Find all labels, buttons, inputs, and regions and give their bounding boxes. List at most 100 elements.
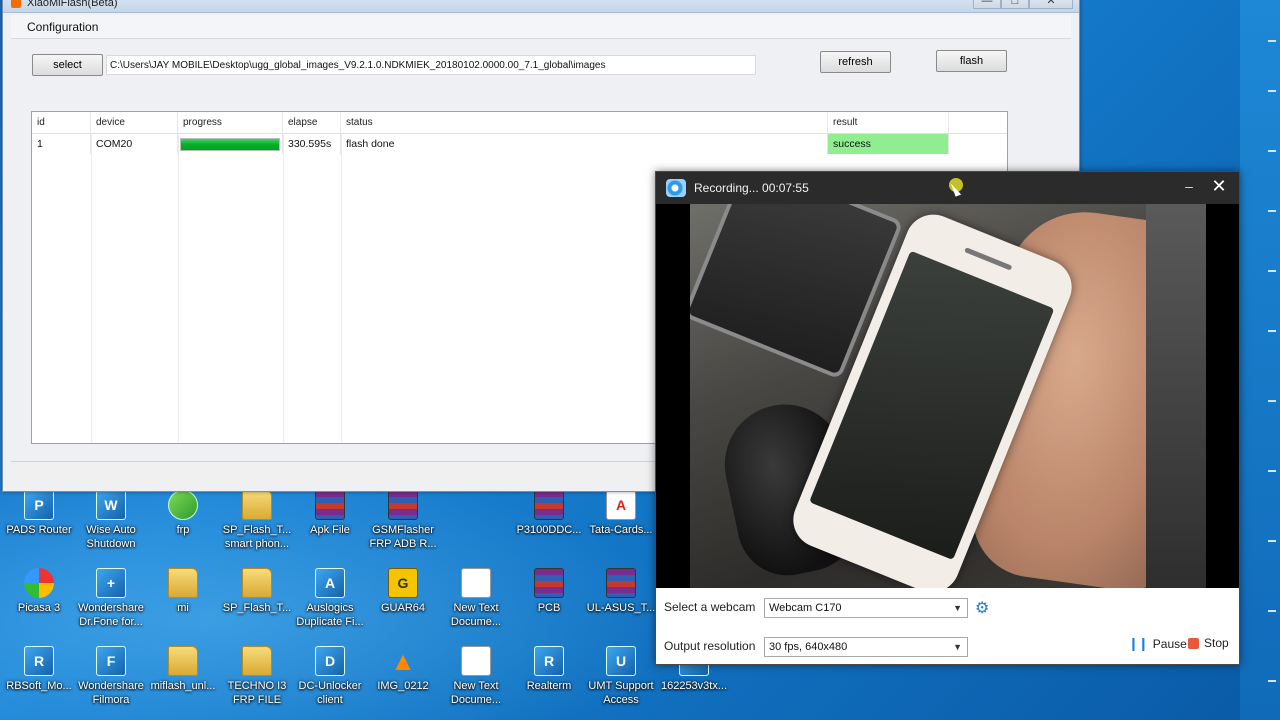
desktop-icon[interactable]: A Tata-Cards... <box>582 490 660 564</box>
col-header-id[interactable]: id <box>32 112 91 133</box>
app-icon: + <box>96 568 126 598</box>
desktop-icon-label: Picasa 3 <box>17 602 61 614</box>
desktop-icon[interactable]: P3100DDC... <box>510 490 588 564</box>
doc-icon <box>461 568 491 598</box>
maximize-icon[interactable]: □ <box>1001 0 1029 9</box>
cell-progress <box>178 134 283 154</box>
rar-icon <box>388 490 418 520</box>
rar-icon <box>315 490 345 520</box>
rar-icon <box>606 568 636 598</box>
desktop-icon[interactable]: F Wondershare Filmora <box>72 646 150 720</box>
desktop-icon[interactable]: P PADS Router <box>0 490 78 564</box>
window-title: XiaoMiFlash(Beta) <box>27 0 118 9</box>
gear-icon[interactable]: ⚙ <box>975 598 989 618</box>
close-icon[interactable]: ✕ <box>1207 176 1231 197</box>
desktop-icon-label: DC-Unlocker client <box>298 680 362 706</box>
pdf-icon: A <box>606 490 636 520</box>
webcam-select-value: Webcam C170 <box>769 602 842 614</box>
refresh-button[interactable]: refresh <box>820 51 891 73</box>
app-icon: P <box>24 490 54 520</box>
col-header-elapse[interactable]: elapse <box>283 112 341 133</box>
guar-icon: G <box>388 568 418 598</box>
desktop-icon-label: Wondershare Dr.Fone for... <box>78 602 144 628</box>
xiaomiflash-titlebar[interactable]: XiaoMiFlash(Beta) — □ ✕ <box>3 0 1079 13</box>
app-icon: U <box>606 646 636 676</box>
app-icon: A <box>315 568 345 598</box>
desktop-icon[interactable]: frp <box>144 490 222 564</box>
flash-button[interactable]: flash <box>936 50 1007 72</box>
desktop-icon[interactable]: G GUAR64 <box>364 568 442 642</box>
desktop-icon[interactable]: UL-ASUS_T... <box>582 568 660 642</box>
desktop-icon[interactable]: Picasa 3 <box>0 568 78 642</box>
progress-bar <box>180 137 280 151</box>
desktop-icon[interactable]: W Wise Auto Shutdown <box>72 490 150 564</box>
pause-label: Pause <box>1152 637 1187 651</box>
cell-result: success <box>828 134 949 154</box>
desktop-icon[interactable]: miflash_unl... <box>144 646 222 720</box>
webcam-frame <box>690 204 1206 588</box>
stop-button[interactable]: Stop <box>1188 636 1229 650</box>
recording-titlebar[interactable]: Recording... 00:07:55 – ✕ <box>656 172 1239 204</box>
app-icon: W <box>96 490 126 520</box>
desktop-icon[interactable]: R Realterm <box>510 646 588 720</box>
close-icon[interactable]: ✕ <box>1029 0 1073 9</box>
desktop-icon-label: TECHNO I3 FRP FILE <box>227 680 287 706</box>
col-header-result[interactable]: result <box>828 112 949 133</box>
recording-controls: Select a webcam Webcam C170 ▼ ⚙ Output r… <box>656 588 1239 664</box>
resolution-select[interactable]: 30 fps, 640x480 ▼ <box>764 637 968 657</box>
desktop-icon[interactable]: A Auslogics Duplicate Fi... <box>291 568 369 642</box>
app-icon: F <box>96 646 126 676</box>
col-header-device[interactable]: device <box>91 112 178 133</box>
minimize-icon[interactable]: — <box>973 0 1001 9</box>
doc-icon <box>461 646 491 676</box>
menu-configuration[interactable]: Configuration <box>21 18 104 36</box>
folder-icon <box>168 646 198 676</box>
desktop-icon[interactable]: PCB <box>510 568 588 642</box>
desktop-icon[interactable]: Apk File <box>291 490 369 564</box>
minimize-icon[interactable]: – <box>1179 178 1199 194</box>
desktop-icon-label: Wondershare Filmora <box>78 680 144 706</box>
desktop-icon-label: UL-ASUS_T... <box>586 602 656 614</box>
desktop-icon-label: 162253v3tx... <box>660 680 728 692</box>
col-header-status[interactable]: status <box>341 112 828 133</box>
webcam-app-icon <box>666 179 686 197</box>
desktop-icon[interactable]: New Text Docume... <box>437 568 515 642</box>
image-path-input[interactable]: C:\Users\JAY MOBILE\Desktop\ugg_global_i… <box>106 55 756 75</box>
desktop-icon[interactable]: GSMFlasher FRP ADB R... <box>364 490 442 564</box>
pause-button[interactable]: ❙❙ Pause <box>1128 636 1187 652</box>
stop-label: Stop <box>1204 636 1229 650</box>
desktop-icon-label: mi <box>177 602 189 614</box>
desktop-icon[interactable]: SP_Flash_T... <box>218 568 296 642</box>
desktop-icon-label: miflash_unl... <box>150 680 216 692</box>
desktop-icon-label: Auslogics Duplicate Fi... <box>296 602 364 628</box>
desktop-icon[interactable]: + Wondershare Dr.Fone for... <box>72 568 150 642</box>
desktop-icon-label: GSMFlasher FRP ADB R... <box>369 524 437 550</box>
desktop-icon[interactable]: TECHNO I3 FRP FILE <box>218 646 296 720</box>
cell-elapse: 330.595s <box>283 134 341 154</box>
recording-window: Recording... 00:07:55 – ✕ Select a webca… <box>655 171 1240 665</box>
desktop-icon-label: Wise Auto Shutdown <box>86 524 136 550</box>
desktop-icon[interactable]: mi <box>144 568 222 642</box>
desktop-icon-label: Apk File <box>310 524 350 536</box>
desktop-icon[interactable]: ▲ IMG_0212 <box>364 646 442 720</box>
select-button[interactable]: select <box>32 54 103 76</box>
app-icon: D <box>315 646 345 676</box>
desktop-icon[interactable]: U UMT Support Access <box>582 646 660 720</box>
resolution-label: Output resolution <box>664 639 756 653</box>
desktop-icon[interactable]: New Text Docume... <box>437 646 515 720</box>
webcam-select[interactable]: Webcam C170 ▼ <box>764 598 968 618</box>
desktop-icon-label: Realterm <box>526 680 572 692</box>
desktop-icon[interactable]: SP_Flash_T... smart phon... <box>218 490 296 564</box>
picasa-icon <box>24 568 54 598</box>
desktop-icon-label: P3100DDC... <box>516 524 582 536</box>
folder-icon <box>242 646 272 676</box>
cell-status: flash done <box>341 134 828 154</box>
xiaomi-app-icon <box>11 0 21 8</box>
desktop-icon-label: New Text Docume... <box>450 680 502 706</box>
desktop-icon[interactable]: D DC-Unlocker client <box>291 646 369 720</box>
col-header-progress[interactable]: progress <box>178 112 283 133</box>
desktop-icon[interactable]: R RBSoft_Mo... <box>0 646 78 720</box>
green-icon <box>168 490 198 520</box>
desktop-icon-label: SP_Flash_T... smart phon... <box>222 524 292 550</box>
vlc-icon: ▲ <box>390 646 416 676</box>
